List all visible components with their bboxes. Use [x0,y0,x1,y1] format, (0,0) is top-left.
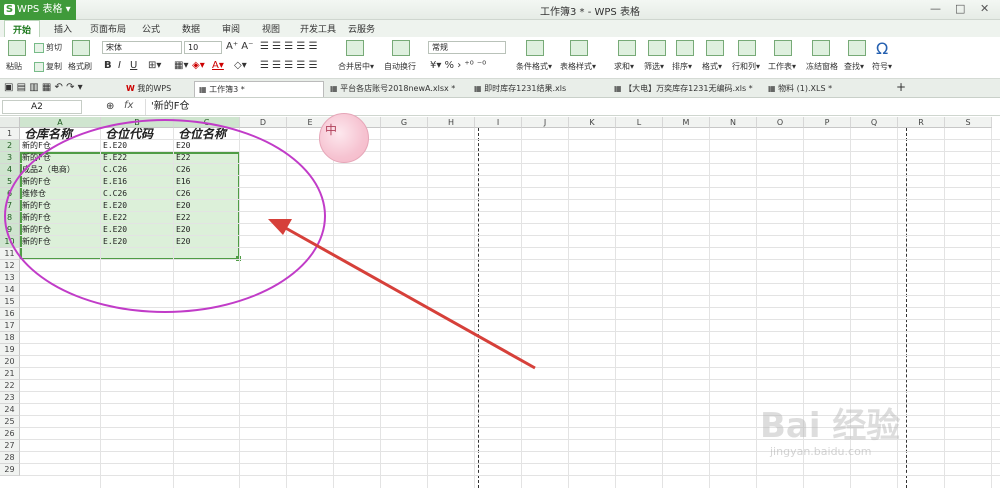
watermark-logo: Bai 经验 [760,406,901,446]
watermark-url: jingyan.baidu.com [770,445,872,458]
